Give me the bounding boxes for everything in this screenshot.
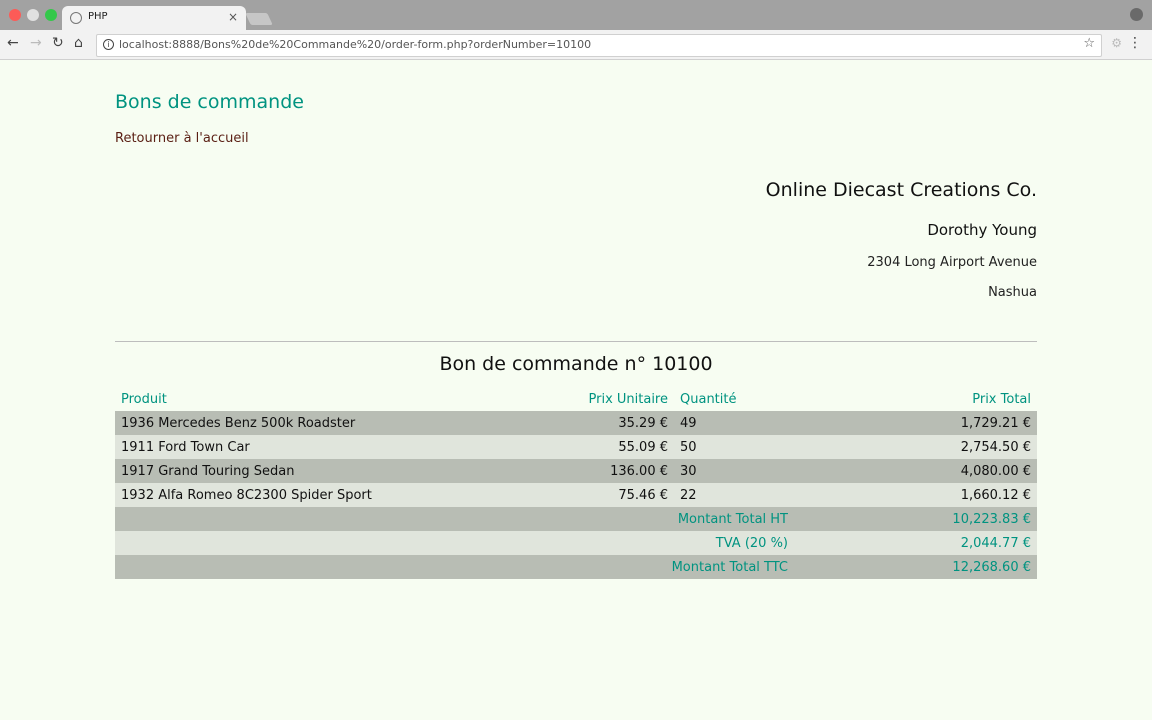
customer-address: 2304 Long Airport Avenue [867,255,1037,270]
quantity-cell: 50 [680,439,697,455]
customer-company: Online Diecast Creations Co. [765,179,1037,201]
url-text[interactable]: localhost:8888/Bons%20de%20Commande%20/o… [119,38,591,51]
globe-icon [70,12,82,24]
divider [115,341,1037,342]
back-arrow-icon[interactable]: ← [7,35,19,51]
total-ttc-row: Montant Total TTC 12,268.60 € [115,555,1037,579]
quantity-cell: 49 [680,415,697,431]
bookmark-star-icon[interactable]: ☆ [1083,36,1095,51]
extension-icon[interactable]: ⚙ [1111,36,1122,50]
header-product: Produit [121,391,167,407]
quantity-cell: 22 [680,487,697,503]
total-ht-row: Montant Total HT 10,223.83 € [115,507,1037,531]
home-icon[interactable]: ⌂ [74,35,83,51]
unit-price-cell: 55.09 € [618,439,668,455]
total-ttc-value: 12,268.60 € [952,559,1031,575]
header-total-price: Prix Total [972,391,1031,407]
reload-icon[interactable]: ↻ [52,35,64,51]
total-price-cell: 4,080.00 € [960,463,1031,479]
unit-price-cell: 136.00 € [610,463,668,479]
page-title: Bons de commande [115,91,304,113]
product-cell: 1932 Alfa Romeo 8C2300 Spider Sport [121,487,372,503]
product-cell: 1936 Mercedes Benz 500k Roadster [121,415,356,431]
info-icon[interactable]: i [103,39,114,50]
total-price-cell: 1,729.21 € [960,415,1031,431]
tab-title: PHP [88,11,108,22]
profile-icon[interactable] [1130,8,1143,21]
browser-tab[interactable]: PHP × [62,6,246,30]
window-minimize-button[interactable] [27,9,39,21]
window-close-button[interactable] [9,9,21,21]
forward-arrow-icon[interactable]: → [30,35,42,51]
browser-titlebar: PHP × [0,0,1152,30]
table-row: 1917 Grand Touring Sedan 136.00 € 30 4,0… [115,459,1037,483]
vat-value: 2,044.77 € [960,535,1031,551]
order-title: Bon de commande n° 10100 [439,353,713,375]
customer-city: Nashua [988,285,1037,300]
total-ht-label: Montant Total HT [677,511,788,527]
total-price-cell: 1,660.12 € [960,487,1031,503]
table-row: 1936 Mercedes Benz 500k Roadster 35.29 €… [115,411,1037,435]
total-ht-value: 10,223.83 € [952,511,1031,527]
product-cell: 1911 Ford Town Car [121,439,250,455]
browser-toolbar: ← → ↻ ⌂ i localhost:8888/Bons%20de%20Com… [0,30,1152,60]
table-row: 1911 Ford Town Car 55.09 € 50 2,754.50 € [115,435,1037,459]
header-unit-price: Prix Unitaire [588,391,669,407]
unit-price-cell: 75.46 € [618,487,668,503]
quantity-cell: 30 [680,463,697,479]
unit-price-cell: 35.29 € [618,415,668,431]
vat-row: TVA (20 %) 2,044.77 € [115,531,1037,555]
table-row: 1932 Alfa Romeo 8C2300 Spider Sport 75.4… [115,483,1037,507]
window-maximize-button[interactable] [45,9,57,21]
browser-menu-icon[interactable]: ⋮ [1128,35,1142,51]
vat-label: TVA (20 %) [715,535,788,551]
tab-close-icon[interactable]: × [228,10,238,24]
address-bar[interactable]: i localhost:8888/Bons%20de%20Commande%20… [96,34,1102,57]
home-link[interactable]: Retourner à l'accueil [115,131,249,146]
new-tab-button[interactable] [245,13,273,25]
order-table: Produit Prix Unitaire Quantité Prix Tota… [115,387,1037,579]
header-quantity: Quantité [680,391,737,407]
total-price-cell: 2,754.50 € [960,439,1031,455]
total-ttc-label: Montant Total TTC [671,559,788,575]
customer-contact: Dorothy Young [927,221,1037,239]
product-cell: 1917 Grand Touring Sedan [121,463,295,479]
table-header-row: Produit Prix Unitaire Quantité Prix Tota… [115,387,1037,411]
